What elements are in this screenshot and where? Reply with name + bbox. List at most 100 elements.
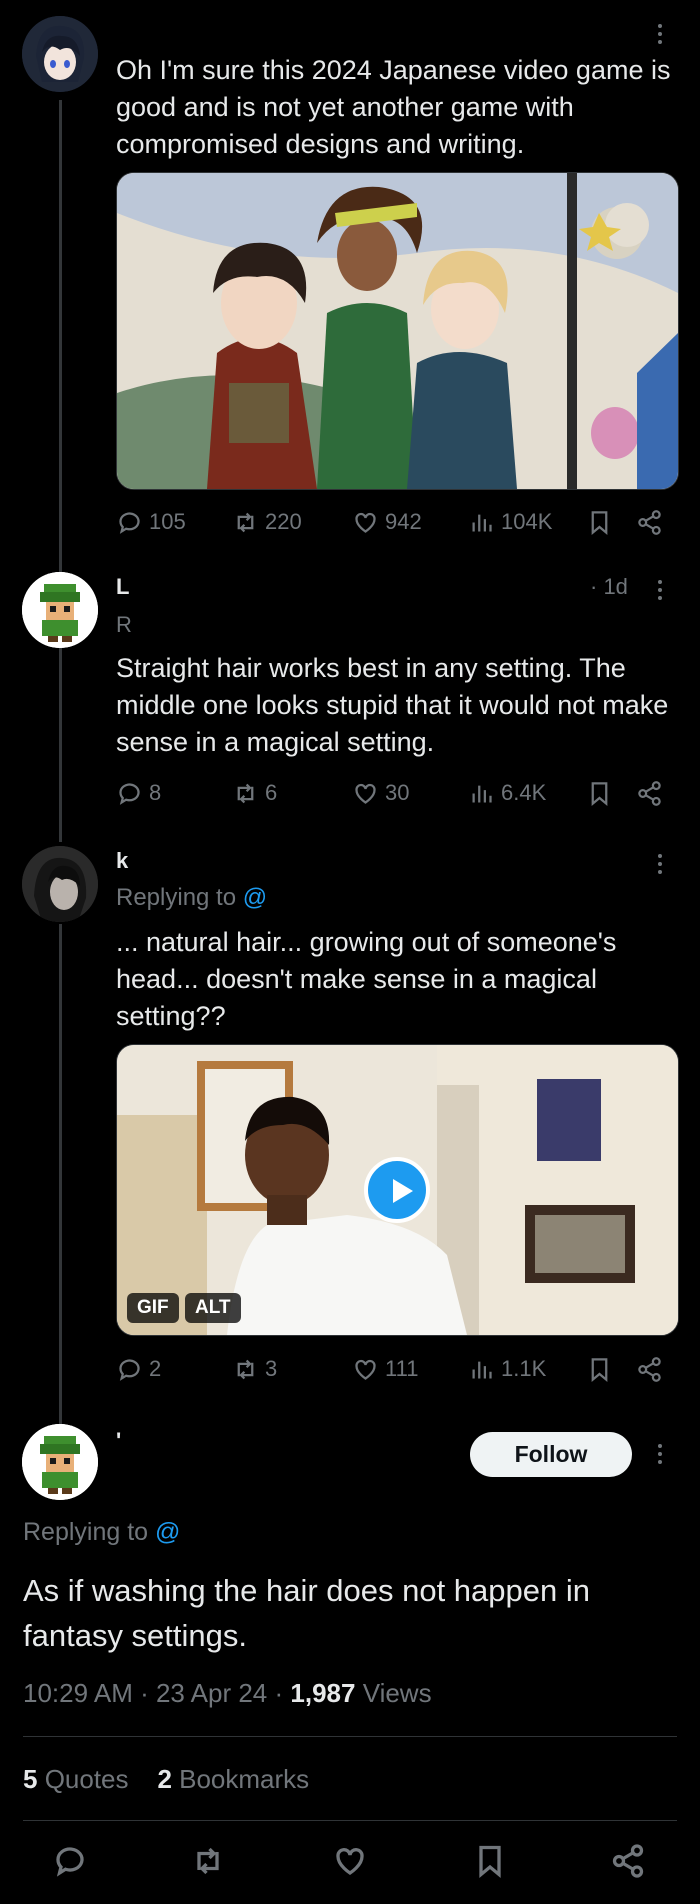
bookmark-icon xyxy=(479,1845,501,1879)
bookmark-button[interactable] xyxy=(472,1843,508,1884)
views-count: 1,987 xyxy=(290,1678,356,1708)
share-button[interactable] xyxy=(636,1352,663,1386)
replying-label: Replying to xyxy=(116,884,237,911)
bookmark-button[interactable] xyxy=(586,505,613,539)
bar-chart-icon xyxy=(472,514,492,531)
more-options-icon[interactable] xyxy=(655,850,665,878)
repost-count: 220 xyxy=(265,509,302,534)
reply-count: 8 xyxy=(149,780,162,805)
post-text: Oh I'm sure this 2024 Japanese video gam… xyxy=(116,55,671,159)
avatar[interactable] xyxy=(22,846,98,922)
alt-text-button[interactable]: ALT xyxy=(185,1293,241,1323)
follow-button[interactable]: Follow xyxy=(470,1432,632,1477)
like-count: 111 xyxy=(385,1356,419,1381)
reply-count: 2 xyxy=(149,1356,162,1381)
share-nodes-icon xyxy=(638,780,661,806)
speech-bubble-icon xyxy=(119,1358,140,1381)
views-label: Views xyxy=(355,1678,432,1708)
speech-bubble-icon xyxy=(119,782,140,805)
speech-bubble-icon xyxy=(119,511,140,534)
heart-icon xyxy=(336,1848,364,1875)
reply-button[interactable]: 2 xyxy=(116,1352,161,1386)
post-actions: 2 3 111 1.1K xyxy=(116,1352,676,1386)
main-post-actions xyxy=(0,1843,700,1893)
thread-line xyxy=(59,924,62,1424)
share-nodes-icon xyxy=(638,1356,661,1382)
replying-handle[interactable]: @ xyxy=(243,884,267,911)
views-button[interactable]: 104K xyxy=(468,505,552,539)
thread-line xyxy=(59,646,62,842)
post-time[interactable]: · 1d xyxy=(590,574,628,600)
share-button[interactable] xyxy=(636,505,663,539)
post-text: ... natural hair... growing out of someo… xyxy=(116,927,617,1031)
reply-button[interactable] xyxy=(52,1843,88,1884)
repost-button[interactable] xyxy=(190,1843,226,1884)
replying-to: Replying to @ xyxy=(116,884,267,912)
reply-button[interactable]: 8 xyxy=(116,776,161,810)
bookmark-icon xyxy=(591,1357,608,1382)
author-handle[interactable]: R xyxy=(116,612,132,638)
share-nodes-icon xyxy=(638,509,661,535)
heart-icon xyxy=(355,1359,376,1380)
repost-count: 6 xyxy=(265,780,278,805)
repost-arrows-icon xyxy=(197,1847,219,1875)
like-button[interactable]: 111 xyxy=(352,1352,418,1386)
thread-line xyxy=(59,100,62,572)
views-count: 6.4K xyxy=(501,780,547,805)
views-button[interactable]: 1.1K xyxy=(468,1352,546,1386)
bar-chart-icon xyxy=(472,785,492,802)
author-name[interactable]: L xyxy=(116,574,129,600)
replying-handle[interactable]: @ xyxy=(155,1518,180,1546)
heart-icon xyxy=(355,783,376,804)
avatar[interactable] xyxy=(22,1424,98,1500)
replying-to: Replying to @ xyxy=(23,1518,180,1547)
post-timestamp[interactable]: 10:29 AM · 23 Apr 24 · xyxy=(23,1678,290,1708)
play-icon[interactable] xyxy=(364,1157,430,1223)
views-count: 1.1K xyxy=(501,1356,547,1381)
like-button[interactable]: 30 xyxy=(352,776,409,810)
share-button[interactable] xyxy=(610,1843,646,1884)
repost-count: 3 xyxy=(265,1356,278,1381)
share-nodes-icon xyxy=(612,1844,644,1878)
views-count: 104K xyxy=(501,509,553,534)
reply-button[interactable]: 105 xyxy=(116,505,186,539)
quotes-link[interactable]: 5 Quotes xyxy=(23,1764,129,1794)
repost-button[interactable]: 3 xyxy=(232,1352,277,1386)
views-button[interactable]: 6.4K xyxy=(468,776,546,810)
repost-arrows-icon xyxy=(237,512,254,532)
repost-arrows-icon xyxy=(237,1359,254,1379)
repost-button[interactable]: 6 xyxy=(232,776,277,810)
post-actions: 8 6 30 6.4K xyxy=(116,776,676,810)
post-image[interactable] xyxy=(116,172,679,490)
author-name[interactable]: ' xyxy=(116,1428,121,1454)
post-actions: 105 220 942 104K xyxy=(116,505,676,539)
more-options-icon[interactable] xyxy=(655,576,665,604)
like-button[interactable] xyxy=(332,1843,368,1884)
more-options-icon[interactable] xyxy=(655,20,665,48)
replying-label: Replying to xyxy=(23,1518,149,1546)
repost-arrows-icon xyxy=(237,783,254,803)
bookmark-icon xyxy=(591,510,608,535)
post-text: As if washing the hair does not happen i… xyxy=(23,1573,590,1653)
like-button[interactable]: 942 xyxy=(352,505,422,539)
post-meta: 10:29 AM · 23 Apr 24 · 1,987 Views xyxy=(23,1678,432,1709)
avatar[interactable] xyxy=(22,16,98,92)
repost-button[interactable]: 220 xyxy=(232,505,302,539)
author-name[interactable]: k xyxy=(116,848,128,874)
bookmark-icon xyxy=(591,781,608,806)
share-button[interactable] xyxy=(636,776,663,810)
more-options-icon[interactable] xyxy=(655,1440,665,1468)
bookmarks-link[interactable]: 2 Bookmarks xyxy=(157,1764,309,1794)
post-gif[interactable]: GIF ALT xyxy=(116,1044,679,1336)
avatar[interactable] xyxy=(22,572,98,648)
gif-badge: GIF xyxy=(127,1293,179,1323)
post-text: Straight hair works best in any setting.… xyxy=(116,653,669,757)
divider xyxy=(23,1820,677,1821)
divider xyxy=(23,1736,677,1737)
bookmark-button[interactable] xyxy=(586,1352,613,1386)
bookmark-button[interactable] xyxy=(586,776,613,810)
like-count: 942 xyxy=(385,509,422,534)
engagement-stats: 5 Quotes 2 Bookmarks xyxy=(23,1764,309,1795)
reply-count: 105 xyxy=(149,509,186,534)
speech-bubble-icon xyxy=(56,1847,84,1877)
